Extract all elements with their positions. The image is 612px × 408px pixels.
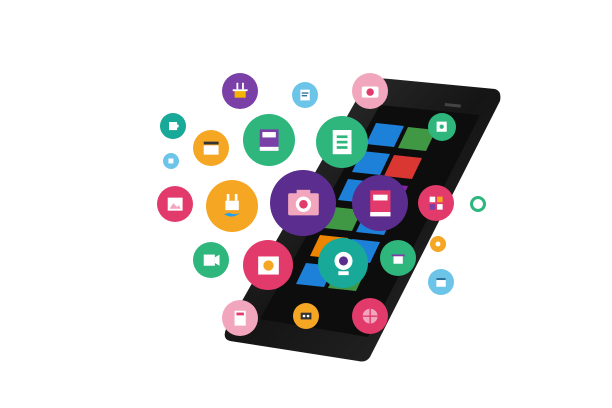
calculator-icon: [222, 300, 258, 336]
twitter-bunny-icon: [206, 180, 258, 232]
promo-illustration: [0, 0, 612, 408]
camera-main-icon: [270, 170, 336, 236]
video-icon: [193, 242, 229, 278]
bunny-hat-icon: [222, 73, 258, 109]
tape-icon: [293, 303, 319, 329]
money-icon: [243, 240, 293, 290]
document-icon: [292, 82, 318, 108]
book-icon: [243, 114, 295, 166]
webcam-icon: [318, 238, 368, 288]
book-red-icon: [352, 175, 408, 231]
photo-icon: [157, 186, 193, 222]
mascot-icon: [430, 236, 446, 252]
refresh-icon: [470, 196, 486, 212]
ereader-icon: [428, 113, 456, 141]
clapperboard-icon: [193, 130, 229, 166]
grid-apps-icon: [418, 185, 454, 221]
camera-icon: [352, 73, 388, 109]
refresh-small-icon: [163, 153, 179, 169]
puzzle-icon: [160, 113, 186, 139]
magic-hat-icon: [380, 240, 416, 276]
calendar-icon: [428, 269, 454, 295]
basketball-icon: [352, 298, 388, 334]
checklist-icon: [316, 116, 368, 168]
